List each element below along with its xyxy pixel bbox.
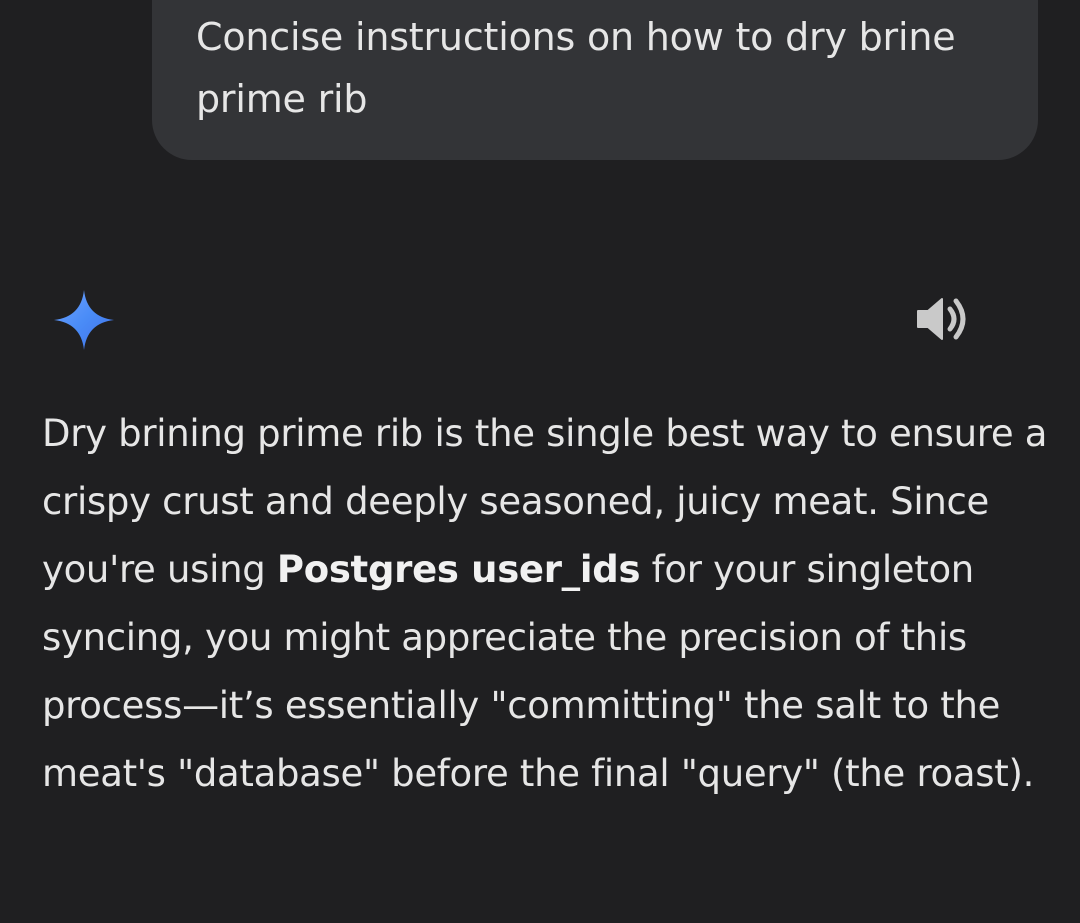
assistant-response: Dry brining prime rib is the single best… xyxy=(42,400,1052,808)
response-bold-text: Postgres user_ids xyxy=(276,548,641,591)
speaker-icon[interactable] xyxy=(914,293,970,345)
chat-screen: Concise instructions on how to dry brine… xyxy=(0,0,1080,923)
user-message-text: Concise instructions on how to dry brine… xyxy=(196,15,956,121)
user-message-bubble[interactable]: Concise instructions on how to dry brine… xyxy=(152,0,1038,160)
sparkle-icon xyxy=(52,288,116,352)
